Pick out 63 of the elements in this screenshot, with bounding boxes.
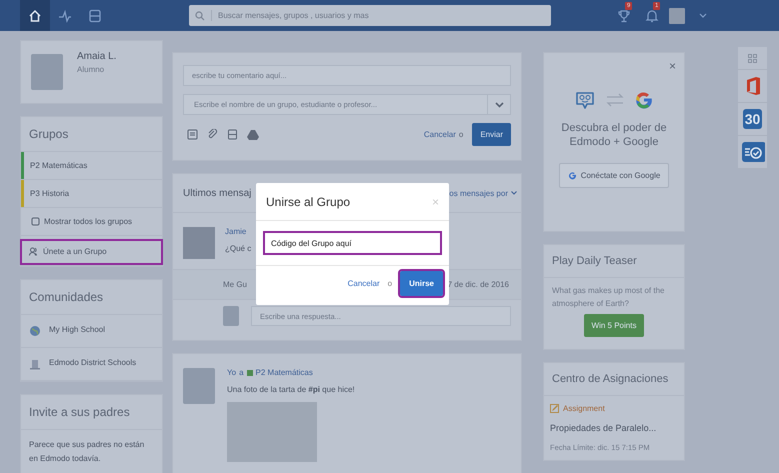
connect-google-button[interactable]: Conéctate con Google	[558, 163, 670, 188]
community-link[interactable]: Edmodo District Schools	[49, 356, 139, 370]
community-link[interactable]: My High School	[49, 323, 139, 337]
pencil-icon	[550, 404, 559, 413]
or-text: o	[388, 279, 392, 288]
avatar-icon[interactable]	[669, 8, 685, 24]
assignment-type: Assignment	[563, 404, 605, 413]
cancel-link[interactable]: Cancelar	[424, 130, 456, 139]
show-groups-link[interactable]: Mostrar todos los grupos	[21, 208, 162, 236]
or-text: o	[458, 130, 464, 139]
home-icon[interactable]	[20, 0, 50, 31]
swap-arrows-icon	[606, 93, 624, 107]
trophy-icon[interactable]	[617, 8, 631, 22]
people-icon	[29, 247, 39, 256]
caret-icon[interactable]	[699, 12, 707, 18]
avatar-icon	[183, 368, 215, 404]
search-field[interactable]: Buscar mensajes, grupos , usuarios y mas	[211, 10, 540, 21]
close-button[interactable]: ×	[668, 59, 676, 73]
google-logo-icon	[568, 171, 577, 180]
promo-text: Descubra el poder de Edmodo + Google	[560, 121, 668, 149]
assignment-link[interactable]: Propiedades de Paralelo...	[550, 423, 678, 433]
send-button[interactable]: Enviar	[472, 123, 511, 146]
dialog-title: Unirse al Grupo	[266, 194, 350, 208]
like-link[interactable]: Me Gu	[223, 280, 248, 289]
join-button[interactable]: Unirse	[400, 271, 443, 296]
group-code-field[interactable]: Código del Grupo aquí	[263, 231, 442, 255]
photo-placeholder	[183, 227, 215, 259]
join-group-link[interactable]: Únete a un Grupo	[19, 238, 164, 266]
invite-text: Parece que sus padres no están en Edmodo todavía.	[28, 439, 146, 465]
card-title: Invite a sus padres	[21, 395, 162, 430]
cancel-link[interactable]: Cancelar	[348, 279, 380, 288]
user-role: Alumno	[77, 65, 106, 74]
avatar-icon	[31, 54, 63, 90]
card-title: Grupos	[21, 117, 162, 152]
card-title: Comunidades	[21, 280, 162, 315]
paperclip-icon[interactable]	[207, 129, 218, 140]
group-item[interactable]: P3 Historia	[24, 180, 78, 207]
filter-dropdown[interactable]: os mensajes por	[449, 188, 508, 198]
to-text: a	[239, 368, 244, 377]
google-logo-icon	[634, 90, 654, 110]
search-icon	[195, 10, 205, 20]
building-icon	[29, 358, 41, 370]
card-title: Centro de Asignaciones	[544, 363, 684, 396]
user-name[interactable]: Amaia L.	[77, 51, 116, 62]
group-link[interactable]: P2 Matemáticas	[256, 368, 313, 377]
avatar-icon	[223, 306, 239, 326]
author-link[interactable]: Yo	[227, 368, 236, 377]
note-icon[interactable]	[187, 129, 198, 140]
search-bar[interactable]: Buscar mensajes, grupos , usuarios y mas	[189, 5, 551, 26]
caret-icon[interactable]	[511, 191, 517, 195]
author-link[interactable]: Jamie	[225, 227, 252, 236]
post-text: ¿Qué c	[225, 244, 252, 253]
globe-icon	[29, 325, 41, 337]
card-title: Play Daily Teaser	[544, 245, 684, 278]
card-title: Ultimos mensaj	[183, 188, 252, 198]
mascot-icon	[574, 89, 596, 111]
teaser-question: What gas makes up most of the atmosphere of Earth?	[551, 285, 666, 310]
win-points-button[interactable]: Win 5 Points	[584, 314, 644, 337]
group-color-icon	[246, 370, 253, 376]
square-icon	[31, 217, 40, 226]
group-item[interactable]: P2 Matemáticas	[24, 152, 96, 179]
bell-icon[interactable]	[645, 8, 659, 22]
post-text: Una foto de la tarta de #pi que hice!	[227, 385, 355, 394]
